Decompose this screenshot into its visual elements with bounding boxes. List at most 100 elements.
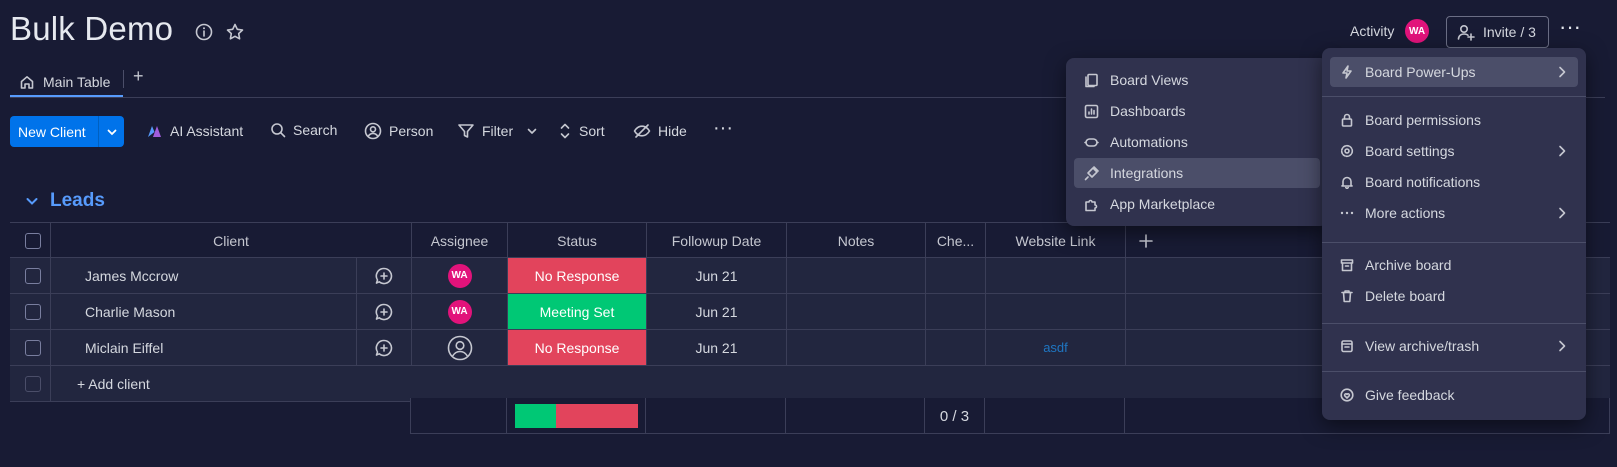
select-all-cell[interactable] <box>16 223 51 258</box>
update-bubble-icon[interactable] <box>357 258 412 293</box>
row-checkbox[interactable] <box>25 267 41 284</box>
menu-item-app-marketplace[interactable]: App Marketplace <box>1074 189 1320 219</box>
person-filter-button[interactable]: Person <box>364 122 433 140</box>
automation-icon <box>1084 135 1099 150</box>
menu-item-dashboards[interactable]: Dashboards <box>1074 96 1320 126</box>
followup-date-cell[interactable]: Jun 21 <box>647 294 787 329</box>
group-title[interactable]: Leads <box>50 190 105 212</box>
menu-item-more-actions[interactable]: More actions <box>1330 198 1578 228</box>
filter-label: Filter <box>482 123 514 139</box>
notes-cell[interactable] <box>787 330 926 365</box>
empty-person-icon <box>447 335 473 361</box>
add-client-input[interactable]: + Add client <box>51 366 1251 401</box>
notes-cell[interactable] <box>787 294 926 329</box>
column-header-followup-date[interactable]: Followup Date <box>647 223 787 258</box>
select-all-checkbox[interactable] <box>25 232 41 249</box>
status-summary-cell[interactable] <box>507 398 646 434</box>
column-header-status[interactable]: Status <box>508 223 647 258</box>
chevron-down-icon[interactable] <box>99 126 124 138</box>
hide-label: Hide <box>658 123 687 139</box>
row-checkbox[interactable] <box>25 303 41 320</box>
ai-assistant-button[interactable]: AI Assistant <box>145 122 243 140</box>
activity-avatar[interactable]: WA <box>1405 19 1429 43</box>
menu-item-automations[interactable]: Automations <box>1074 127 1320 157</box>
website-link-cell[interactable] <box>986 294 1126 329</box>
sort-button[interactable]: Sort <box>558 122 605 140</box>
tab-main-table[interactable]: Main Table <box>10 66 124 98</box>
row-select-cell[interactable] <box>16 294 51 329</box>
website-link-cell[interactable]: asdf <box>986 330 1126 365</box>
status-cell[interactable]: Meeting Set <box>508 294 647 329</box>
star-icon[interactable] <box>225 22 245 42</box>
status-cell[interactable]: No Response <box>508 330 647 365</box>
menu-item-label: Board Power-Ups <box>1365 64 1476 80</box>
menu-item-view-archive-trash[interactable]: View archive/trash <box>1330 331 1578 361</box>
menu-item-board-views[interactable]: Board Views <box>1074 65 1320 95</box>
invite-button[interactable]: Invite / 3 <box>1446 16 1549 48</box>
client-name-cell[interactable]: Miclain Eiffel <box>51 330 357 365</box>
board-title[interactable]: Bulk Demo <box>10 10 173 48</box>
add-column-button[interactable] <box>1126 223 1166 258</box>
person-icon <box>364 122 382 140</box>
menu-item-archive-board[interactable]: Archive board <box>1330 250 1578 280</box>
row-checkbox[interactable] <box>25 339 41 356</box>
column-header-check[interactable]: Che... <box>926 223 986 258</box>
column-header-client[interactable]: Client <box>51 223 412 258</box>
followup-date-cell[interactable]: Jun 21 <box>647 330 787 365</box>
chevron-down-icon[interactable] <box>526 125 538 137</box>
menu-item-label: Give feedback <box>1365 387 1455 403</box>
menu-item-label: Integrations <box>1110 165 1184 181</box>
check-cell[interactable] <box>926 258 986 293</box>
check-cell[interactable] <box>926 330 986 365</box>
client-name-cell[interactable]: James Mccrow <box>51 258 357 293</box>
row-select-cell[interactable] <box>16 330 51 365</box>
menu-item-board-settings[interactable]: Board settings <box>1330 136 1578 166</box>
menu-item-board-permissions[interactable]: Board permissions <box>1330 105 1578 135</box>
summary-website-cell <box>985 398 1125 434</box>
group-collapse-icon[interactable] <box>24 193 40 209</box>
summary-date-cell <box>646 398 786 434</box>
menu-item-give-feedback[interactable]: Give feedback <box>1330 380 1578 410</box>
status-cell[interactable]: No Response <box>508 258 647 293</box>
status-distribution-bar <box>514 404 638 428</box>
new-client-button[interactable]: New Client <box>10 116 124 147</box>
info-icon[interactable] <box>194 22 214 42</box>
filter-icon <box>457 122 475 140</box>
client-name-cell[interactable]: Charlie Mason <box>51 294 357 329</box>
menu-item-integrations[interactable]: Integrations <box>1074 158 1320 188</box>
followup-date-cell[interactable]: Jun 21 <box>647 258 787 293</box>
search-icon <box>270 122 286 138</box>
activity-label[interactable]: Activity <box>1350 23 1394 39</box>
assignee-cell[interactable] <box>412 330 508 365</box>
column-header-notes[interactable]: Notes <box>787 223 926 258</box>
lightning-icon <box>1340 65 1354 79</box>
website-link-cell[interactable] <box>986 258 1126 293</box>
hide-button[interactable]: Hide <box>633 122 687 140</box>
check-cell[interactable] <box>926 294 986 329</box>
update-bubble-icon[interactable] <box>357 330 412 365</box>
dots-icon <box>1340 206 1354 220</box>
column-header-website-link[interactable]: Website Link <box>986 223 1126 258</box>
assignee-cell[interactable]: WA <box>412 258 508 293</box>
toolbar-more-button[interactable]: ··· <box>713 117 733 140</box>
assignee-avatar: WA <box>447 299 472 324</box>
menu-item-delete-board[interactable]: Delete board <box>1330 281 1578 311</box>
add-view-button[interactable]: + <box>133 66 144 87</box>
notes-cell[interactable] <box>787 258 926 293</box>
search-button[interactable]: Search <box>270 122 337 138</box>
menu-item-label: Delete board <box>1365 288 1446 304</box>
board-more-button[interactable]: ··· <box>1559 16 1585 44</box>
filter-button[interactable]: Filter <box>457 122 538 140</box>
update-bubble-icon[interactable] <box>357 294 412 329</box>
trash-icon <box>1340 289 1354 303</box>
column-header-assignee[interactable]: Assignee <box>412 223 508 258</box>
assignee-cell[interactable]: WA <box>412 294 508 329</box>
row-select-cell[interactable] <box>16 258 51 293</box>
menu-item-board-notifications[interactable]: Board notifications <box>1330 167 1578 197</box>
add-row-checkbox-cell <box>16 366 51 401</box>
summary-assignee-cell <box>411 398 507 434</box>
status-segment-no-response <box>555 404 638 428</box>
tab-main-table-label: Main Table <box>43 74 111 90</box>
integrations-icon <box>1084 165 1099 181</box>
menu-item-board-power-ups[interactable]: Board Power-Ups <box>1330 57 1578 87</box>
